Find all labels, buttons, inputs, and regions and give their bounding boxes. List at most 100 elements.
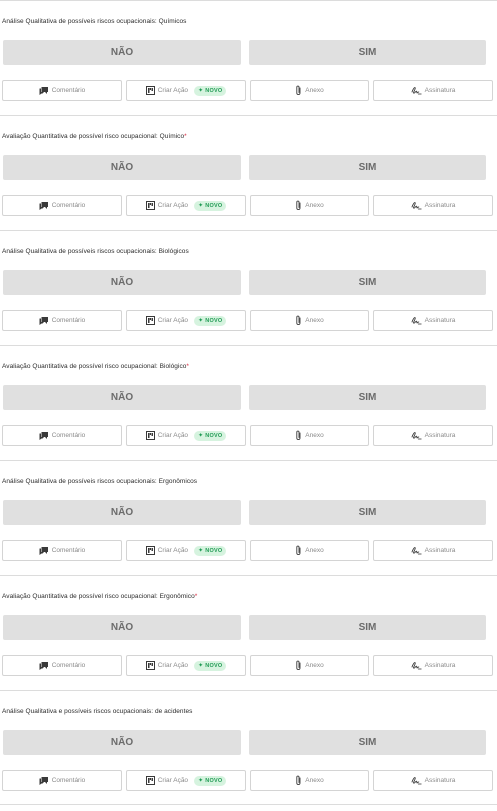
signature-icon [411, 776, 422, 785]
attachment-button[interactable]: Anexo [250, 195, 369, 216]
create-action-button[interactable]: Criar Ação ✦ NOVO [126, 770, 246, 791]
question-title: Avaliação Quantitativa de possível risco… [2, 363, 189, 370]
answer-yes-button[interactable]: SIM [249, 615, 486, 640]
paperclip-icon [295, 200, 302, 211]
create-action-button[interactable]: Criar Ação ✦ NOVO [126, 195, 246, 216]
action-board-icon [145, 661, 155, 670]
action-board-icon [145, 316, 155, 325]
answer-no-button[interactable]: NÃO [3, 615, 241, 640]
answer-no-button[interactable]: NÃO [3, 155, 241, 180]
create-action-button[interactable]: Criar Ação ✦ NOVO [126, 310, 246, 331]
comment-icon [39, 661, 49, 670]
sparkle-icon: ✦ [198, 663, 204, 669]
new-badge-label: NOVO [205, 432, 223, 439]
answer-no-button[interactable]: NÃO [3, 730, 241, 755]
new-badge-label: NOVO [205, 87, 223, 94]
question-title: Avaliação Quantitativa de possível risco… [2, 593, 197, 600]
question-text: Análise Qualitativa de possíveis riscos … [2, 248, 189, 255]
answer-options: NÃO SIM [3, 385, 486, 410]
answer-yes-button[interactable]: SIM [249, 40, 486, 65]
paperclip-icon [295, 315, 302, 326]
comment-button[interactable]: Comentário [2, 540, 122, 561]
signature-button[interactable]: Assinatura [373, 195, 493, 216]
paperclip-icon [295, 660, 302, 671]
comment-label: Comentário [51, 432, 86, 439]
new-badge-label: NOVO [205, 547, 223, 554]
question-actions: Comentário Criar Ação ✦ NOVO Anexo Assin… [2, 425, 494, 447]
answer-yes-button[interactable]: SIM [249, 270, 486, 295]
create-action-button[interactable]: Criar Ação ✦ NOVO [126, 80, 246, 101]
attachment-button[interactable]: Anexo [250, 425, 369, 446]
comment-label: Comentário [51, 87, 86, 94]
answer-no-button[interactable]: NÃO [3, 270, 241, 295]
signature-button[interactable]: Assinatura [373, 770, 493, 791]
question-text: Análise Qualitativa de possíveis riscos … [2, 478, 198, 485]
question-section: Avaliação Quantitativa de possível risco… [0, 115, 497, 230]
create-action-label: Criar Ação [157, 87, 189, 94]
comment-button[interactable]: Comentário [2, 770, 122, 791]
signature-button[interactable]: Assinatura [373, 540, 493, 561]
attachment-button[interactable]: Anexo [250, 770, 369, 791]
question-actions: Comentário Criar Ação ✦ NOVO Anexo Assin… [2, 80, 494, 102]
create-action-label: Criar Ação [157, 662, 189, 669]
create-action-label: Criar Ação [157, 202, 189, 209]
answer-options: NÃO SIM [3, 730, 486, 755]
attachment-label: Anexo [305, 547, 324, 554]
action-board-icon [145, 546, 155, 555]
new-badge-label: NOVO [205, 777, 223, 784]
answer-options: NÃO SIM [3, 40, 486, 65]
action-board-icon [145, 776, 155, 785]
new-badge-label: NOVO [205, 317, 223, 324]
signature-label: Assinatura [424, 662, 456, 669]
answer-no-button[interactable]: NÃO [3, 500, 241, 525]
answer-yes-button[interactable]: SIM [249, 155, 486, 180]
create-action-button[interactable]: Criar Ação ✦ NOVO [126, 655, 246, 676]
create-action-button[interactable]: Criar Ação ✦ NOVO [126, 425, 246, 446]
comment-button[interactable]: Comentário [2, 80, 122, 101]
question-actions: Comentário Criar Ação ✦ NOVO Anexo Assin… [2, 540, 494, 562]
comment-label: Comentário [51, 317, 86, 324]
signature-label: Assinatura [424, 87, 456, 94]
signature-button[interactable]: Assinatura [373, 655, 493, 676]
comment-button[interactable]: Comentário [2, 310, 122, 331]
question-actions: Comentário Criar Ação ✦ NOVO Anexo Assin… [2, 195, 494, 217]
answer-no-button[interactable]: NÃO [3, 40, 241, 65]
question-text: Avaliação Quantitativa de possível risco… [2, 133, 185, 140]
attachment-button[interactable]: Anexo [250, 655, 369, 676]
question-title: Análise Qualitativa e possíveis riscos o… [2, 708, 192, 715]
comment-icon [39, 86, 49, 95]
attachment-button[interactable]: Anexo [250, 310, 369, 331]
signature-button[interactable]: Assinatura [373, 425, 493, 446]
attachment-label: Anexo [305, 432, 324, 439]
answer-no-button[interactable]: NÃO [3, 385, 241, 410]
comment-button[interactable]: Comentário [2, 195, 122, 216]
create-action-label: Criar Ação [157, 317, 189, 324]
answer-yes-button[interactable]: SIM [249, 730, 486, 755]
attachment-label: Anexo [305, 202, 324, 209]
comment-button[interactable]: Comentário [2, 655, 122, 676]
attachment-button[interactable]: Anexo [250, 540, 369, 561]
comment-button[interactable]: Comentário [2, 425, 122, 446]
comment-icon [39, 776, 49, 785]
sparkle-icon: ✦ [198, 318, 204, 324]
create-action-button[interactable]: Criar Ação ✦ NOVO [126, 540, 246, 561]
answer-yes-button[interactable]: SIM [249, 500, 486, 525]
attachment-label: Anexo [305, 317, 324, 324]
answer-yes-button[interactable]: SIM [249, 385, 486, 410]
answer-options: NÃO SIM [3, 500, 486, 525]
signature-icon [411, 316, 422, 325]
new-badge: ✦ NOVO [194, 315, 227, 326]
signature-button[interactable]: Assinatura [373, 310, 493, 331]
action-board-icon [145, 86, 155, 95]
sparkle-icon: ✦ [198, 88, 204, 94]
question-section: Análise Qualitativa de possíveis riscos … [0, 460, 497, 575]
required-marker: * [186, 363, 190, 370]
checklist-form: Análise Qualitativa de possíveis riscos … [0, 0, 497, 805]
sparkle-icon: ✦ [198, 433, 204, 439]
question-actions: Comentário Criar Ação ✦ NOVO Anexo Assin… [2, 310, 494, 332]
attachment-button[interactable]: Anexo [250, 80, 369, 101]
signature-button[interactable]: Assinatura [373, 80, 493, 101]
comment-label: Comentário [51, 662, 86, 669]
question-title: Análise Qualitativa de possíveis riscos … [2, 18, 186, 25]
signature-icon [411, 431, 422, 440]
